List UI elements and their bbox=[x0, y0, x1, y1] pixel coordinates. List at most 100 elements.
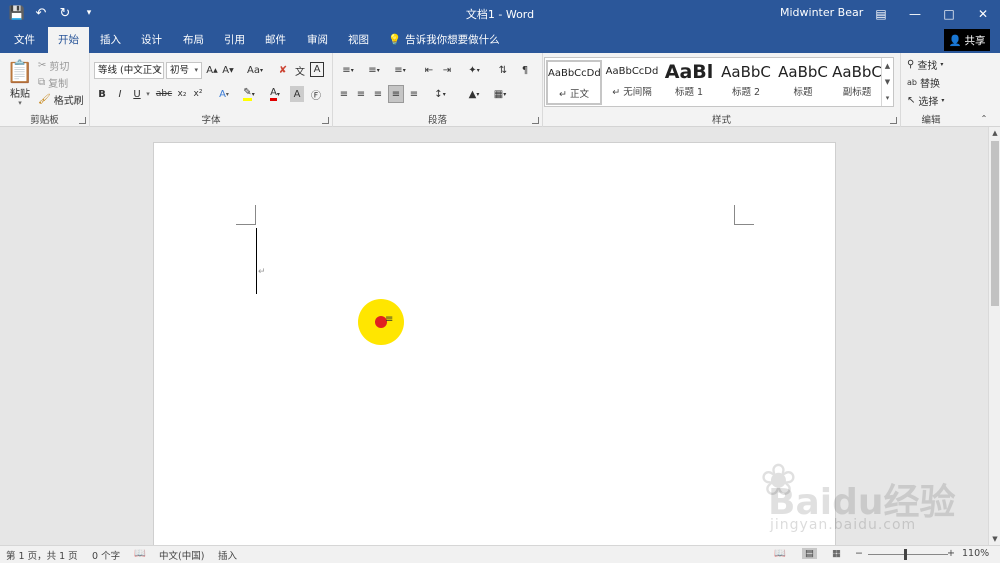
scroll-up-icon[interactable]: ▲ bbox=[989, 127, 1000, 139]
close-icon[interactable]: ✕ bbox=[966, 0, 1000, 27]
maximize-icon[interactable]: □ bbox=[932, 0, 966, 27]
line-spacing-icon[interactable]: ↕ ▾ bbox=[429, 86, 451, 102]
underline-icon[interactable]: U bbox=[131, 86, 143, 102]
tab-view[interactable]: 视图 bbox=[338, 27, 379, 53]
language[interactable]: 中文(中国) bbox=[159, 548, 204, 562]
grow-font-icon[interactable]: A ▲ bbox=[205, 62, 219, 79]
replace-button[interactable]: ab 替换 bbox=[907, 75, 959, 90]
person-icon: 👤 bbox=[948, 34, 962, 47]
bullets-icon[interactable]: ≡ ▾ bbox=[337, 62, 359, 79]
paste-icon[interactable]: 📋 bbox=[6, 57, 34, 87]
font-size-dropdown[interactable]: 初号 ▾ bbox=[166, 62, 202, 79]
style-heading-2[interactable]: AaBbC 标题 2 bbox=[718, 60, 774, 105]
character-border-icon[interactable]: A bbox=[310, 62, 324, 77]
borders-icon[interactable]: ▦ ▾ bbox=[489, 86, 511, 102]
paste-dropdown-icon[interactable]: ▾ bbox=[14, 98, 26, 108]
share-button[interactable]: 👤 共享 bbox=[944, 29, 990, 51]
font-color-icon[interactable]: A ▾ bbox=[264, 86, 286, 102]
clear-formatting-icon[interactable]: ✘ bbox=[276, 62, 290, 79]
style-subtitle[interactable]: AaBbC 副标题 bbox=[829, 60, 885, 105]
scroll-down-icon[interactable]: ▼ bbox=[989, 533, 1000, 545]
sort-icon[interactable]: ⇅ bbox=[495, 62, 511, 79]
shading-icon[interactable]: ▲ ▾ bbox=[463, 86, 485, 102]
read-mode-icon[interactable]: 📖 bbox=[774, 548, 786, 559]
strikethrough-icon[interactable]: abc bbox=[156, 86, 172, 102]
chinese-layout-icon[interactable]: ✦ ▾ bbox=[463, 62, 485, 79]
tab-file[interactable]: 文件 bbox=[4, 27, 45, 53]
tab-references[interactable]: 引用 bbox=[214, 27, 255, 53]
proofing-icon[interactable]: 📖 bbox=[134, 548, 146, 559]
italic-icon[interactable]: I bbox=[114, 86, 126, 102]
zoom-in-icon[interactable]: + bbox=[947, 548, 955, 559]
bold-icon[interactable]: B bbox=[96, 86, 108, 102]
margin-corner-top-right bbox=[734, 205, 754, 225]
zoom-slider[interactable] bbox=[868, 554, 948, 555]
style-no-spacing[interactable]: AaBbCcDd ↵ 无间隔 bbox=[604, 60, 660, 105]
multilevel-list-icon[interactable]: ≡ ▾ bbox=[389, 62, 411, 79]
text-caret bbox=[256, 228, 257, 294]
copy-button[interactable]: ⧉ 复制 bbox=[38, 75, 88, 90]
tab-review[interactable]: 审阅 bbox=[297, 27, 338, 53]
document-page[interactable]: ↵ bbox=[153, 142, 836, 552]
align-right-icon[interactable]: ≡ bbox=[371, 86, 385, 102]
signed-in-user[interactable]: Midwinter Bear bbox=[780, 6, 863, 19]
decrease-indent-icon[interactable]: ⇤ bbox=[421, 62, 437, 79]
shrink-font-icon[interactable]: A ▼ bbox=[221, 62, 235, 79]
tab-insert[interactable]: 插入 bbox=[90, 27, 131, 53]
collapse-ribbon-icon[interactable]: ⌃ bbox=[978, 113, 990, 123]
gallery-down-icon[interactable]: ▼ bbox=[882, 74, 893, 90]
style-normal[interactable]: AaBbCcDd ↵ 正文 bbox=[546, 60, 602, 105]
styles-dialog-launcher-icon[interactable] bbox=[890, 117, 897, 124]
superscript-icon[interactable]: x² bbox=[191, 86, 205, 102]
gallery-up-icon[interactable]: ▲ bbox=[882, 58, 893, 74]
insert-mode[interactable]: 插入 bbox=[218, 548, 237, 562]
cut-button[interactable]: ✂ 剪切 bbox=[38, 58, 88, 73]
justify-icon[interactable]: ≡ bbox=[388, 85, 404, 103]
tab-mailings[interactable]: 邮件 bbox=[255, 27, 296, 53]
zoom-out-icon[interactable]: − bbox=[855, 548, 863, 559]
distributed-icon[interactable]: ≡ bbox=[407, 86, 421, 102]
gallery-more-icon[interactable]: ▾ bbox=[882, 90, 893, 106]
paste-button-label[interactable]: 粘贴 bbox=[4, 85, 36, 100]
share-label: 共享 bbox=[964, 34, 986, 47]
underline-dropdown-icon[interactable]: ▾ bbox=[144, 86, 152, 102]
phonetic-guide-icon[interactable]: 文 bbox=[293, 62, 307, 79]
minimize-icon[interactable]: — bbox=[898, 0, 932, 27]
increase-indent-icon[interactable]: ⇥ bbox=[439, 62, 455, 79]
vertical-scrollbar[interactable]: ▲ ▼ bbox=[988, 127, 1000, 545]
paragraph-dialog-launcher-icon[interactable] bbox=[532, 117, 539, 124]
font-name-dropdown[interactable]: 等线 (中文正文 ▾ bbox=[94, 62, 164, 79]
word-count[interactable]: 0 个字 bbox=[92, 548, 120, 562]
clipboard-dialog-launcher-icon[interactable] bbox=[79, 117, 86, 124]
change-case-icon[interactable]: Aa ▾ bbox=[243, 62, 267, 79]
margin-corner-top-left bbox=[236, 205, 256, 225]
zoom-slider-thumb[interactable] bbox=[904, 549, 907, 560]
style-heading-1[interactable]: AaBl 标题 1 bbox=[661, 60, 717, 105]
find-button[interactable]: ⚲ 查找 ▾ bbox=[907, 57, 959, 72]
numbering-icon[interactable]: ≡ ▾ bbox=[363, 62, 385, 79]
tab-design[interactable]: 设计 bbox=[131, 27, 172, 53]
tab-home[interactable]: 开始 bbox=[48, 27, 89, 53]
scroll-thumb[interactable] bbox=[991, 141, 999, 306]
paragraph-mark-icon: ↵ bbox=[258, 267, 266, 277]
format-painter-button[interactable]: 🖌 格式刷 bbox=[38, 92, 88, 107]
zoom-level[interactable]: 110% bbox=[962, 548, 989, 559]
ribbon-display-options-icon[interactable]: ▤ bbox=[864, 0, 898, 27]
character-shading-icon[interactable]: A bbox=[290, 86, 304, 102]
highlight-color-icon[interactable]: ✎ ▾ bbox=[238, 86, 260, 102]
style-title[interactable]: AaBbC 标题 bbox=[775, 60, 831, 105]
text-effects-icon[interactable]: A ▾ bbox=[214, 86, 234, 102]
print-layout-icon[interactable]: ▤ bbox=[802, 548, 817, 559]
page-count[interactable]: 第 1 页，共 1 页 bbox=[6, 548, 78, 562]
tab-layout[interactable]: 布局 bbox=[173, 27, 214, 53]
web-layout-icon[interactable]: ▦ bbox=[832, 548, 841, 559]
align-left-icon[interactable]: ≡ bbox=[337, 86, 351, 102]
select-button[interactable]: ↖ 选择 ▾ bbox=[907, 93, 959, 108]
style-name: ↵ 正文 bbox=[559, 89, 589, 100]
enclose-characters-icon[interactable]: Ⓕ bbox=[308, 86, 324, 102]
font-dialog-launcher-icon[interactable] bbox=[322, 117, 329, 124]
align-center-icon[interactable]: ≡ bbox=[354, 86, 368, 102]
subscript-icon[interactable]: x₂ bbox=[175, 86, 189, 102]
show-marks-icon[interactable]: ¶ bbox=[517, 62, 533, 79]
tell-me-box[interactable]: 💡 告诉我你想要做什么 bbox=[388, 27, 500, 53]
